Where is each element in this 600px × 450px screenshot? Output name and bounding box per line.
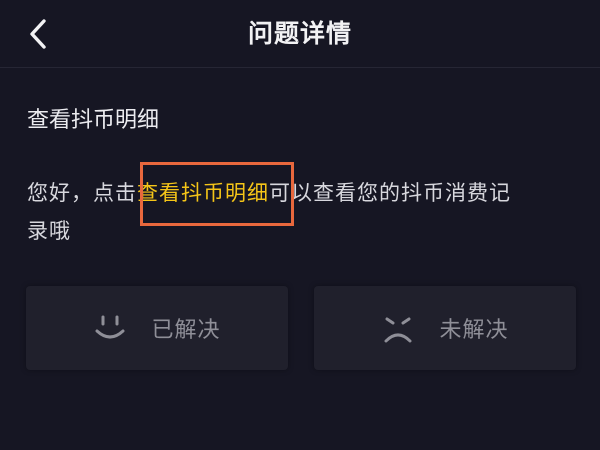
unresolved-button[interactable]: 未解决: [314, 286, 576, 370]
answer-suffix-line2: 录哦: [27, 219, 71, 243]
frown-face-icon: [381, 311, 415, 345]
smile-face-icon: [93, 311, 127, 345]
nav-bar: 问题详情: [0, 0, 600, 68]
question-title: 查看抖币明细: [27, 108, 160, 133]
answer-text: 您好，点击查看抖币明细可以查看您的抖币消费记录哦: [27, 174, 577, 250]
resolved-label: 已解决: [151, 318, 221, 343]
answer-suffix-line1: 可以查看您的抖币消费记: [269, 181, 511, 205]
answer-prefix: 您好，点击: [27, 181, 137, 205]
page-title: 问题详情: [247, 19, 352, 48]
question-content: 查看抖币明细 您好，点击查看抖币明细可以查看您的抖币消费记 录哦: [27, 104, 577, 250]
view-coin-detail-link[interactable]: 查看抖币明细: [137, 181, 269, 205]
unresolved-label: 未解决: [439, 318, 509, 343]
resolved-button[interactable]: 已解决: [26, 286, 288, 370]
